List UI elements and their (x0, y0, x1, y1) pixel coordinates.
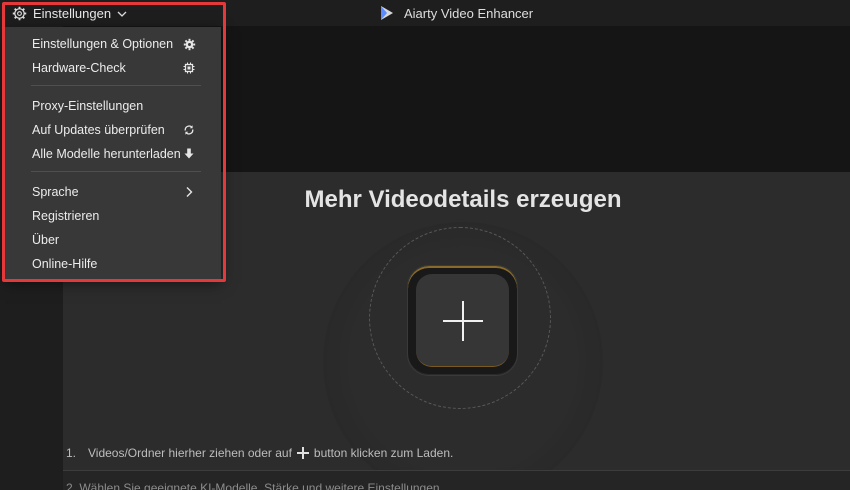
add-button-face (416, 274, 509, 367)
add-video-button[interactable] (407, 265, 518, 376)
menu-item-label: Auf Updates überprüfen (32, 123, 165, 137)
menu-divider (31, 171, 201, 172)
menu-item-label: Hardware-Check (32, 61, 126, 75)
instruction-step-2: 2. Wählen Sie geeignete KI-Modelle, Stär… (66, 481, 440, 490)
app-logo-icon (381, 6, 393, 20)
gear-icon (12, 6, 27, 21)
menu-item-alle-modelle-herunterladen[interactable]: Alle Modelle herunterladen (5, 143, 221, 165)
menu-item-label: Proxy-Einstellungen (32, 99, 144, 113)
settings-dropdown-menu: Einstellungen & Optionen Hardware-Check (5, 27, 221, 279)
app-window: Aiarty Video Enhancer Mehr Videodetails … (0, 0, 850, 490)
menu-item-label: Alle Modelle herunterladen (32, 147, 181, 161)
settings-menu-button[interactable]: Einstellungen (8, 3, 131, 24)
menu-item-hardware-check[interactable]: Hardware-Check (5, 57, 221, 79)
menu-item-label: Einstellungen & Optionen (32, 37, 174, 51)
main-title: Mehr Videodetails erzeugen (304, 186, 622, 213)
menu-item-label: Über (32, 233, 60, 247)
settings-label: Einstellungen (33, 6, 112, 21)
instruction-text-prefix: Videos/Ordner hierher ziehen oder auf (88, 446, 292, 460)
download-icon (184, 148, 194, 159)
chevron-right-icon (186, 187, 193, 197)
instruction-step-1: 1. Videos/Ordner hierher ziehen oder auf… (66, 444, 453, 462)
menu-item-proxy-einstellungen[interactable]: Proxy-Einstellungen (5, 95, 221, 117)
menu-item-label: Online-Hilfe (32, 257, 98, 271)
menu-item-einstellungen-optionen[interactable]: Einstellungen & Optionen (5, 33, 221, 55)
plus-icon (443, 301, 483, 341)
refresh-icon (184, 125, 194, 135)
menu-item-registrieren[interactable]: Registrieren (5, 205, 221, 227)
instruction-text-suffix: button klicken zum Laden. (313, 446, 454, 460)
app-title-text: Aiarty Video Enhancer (404, 5, 534, 21)
gear-icon (183, 38, 195, 50)
menu-item-sprache[interactable]: Sprache (5, 181, 221, 203)
inline-plus-icon (296, 447, 309, 459)
step-number: 1. (66, 446, 77, 460)
menu-item-label: Registrieren (32, 209, 100, 223)
menu-item-ueber[interactable]: Über (5, 229, 221, 251)
menu-item-online-hilfe[interactable]: Online-Hilfe (5, 253, 221, 275)
menu-item-updates-pruefen[interactable]: Auf Updates überprüfen (5, 119, 221, 141)
chevron-down-icon (117, 11, 127, 17)
app-title: Aiarty Video Enhancer (378, 3, 533, 23)
instruction-row-2: 2. Wählen Sie geeignete KI-Modelle, Stär… (63, 471, 850, 490)
menu-divider (31, 85, 201, 86)
chip-icon (183, 62, 195, 74)
menu-item-label: Sprache (32, 185, 79, 199)
